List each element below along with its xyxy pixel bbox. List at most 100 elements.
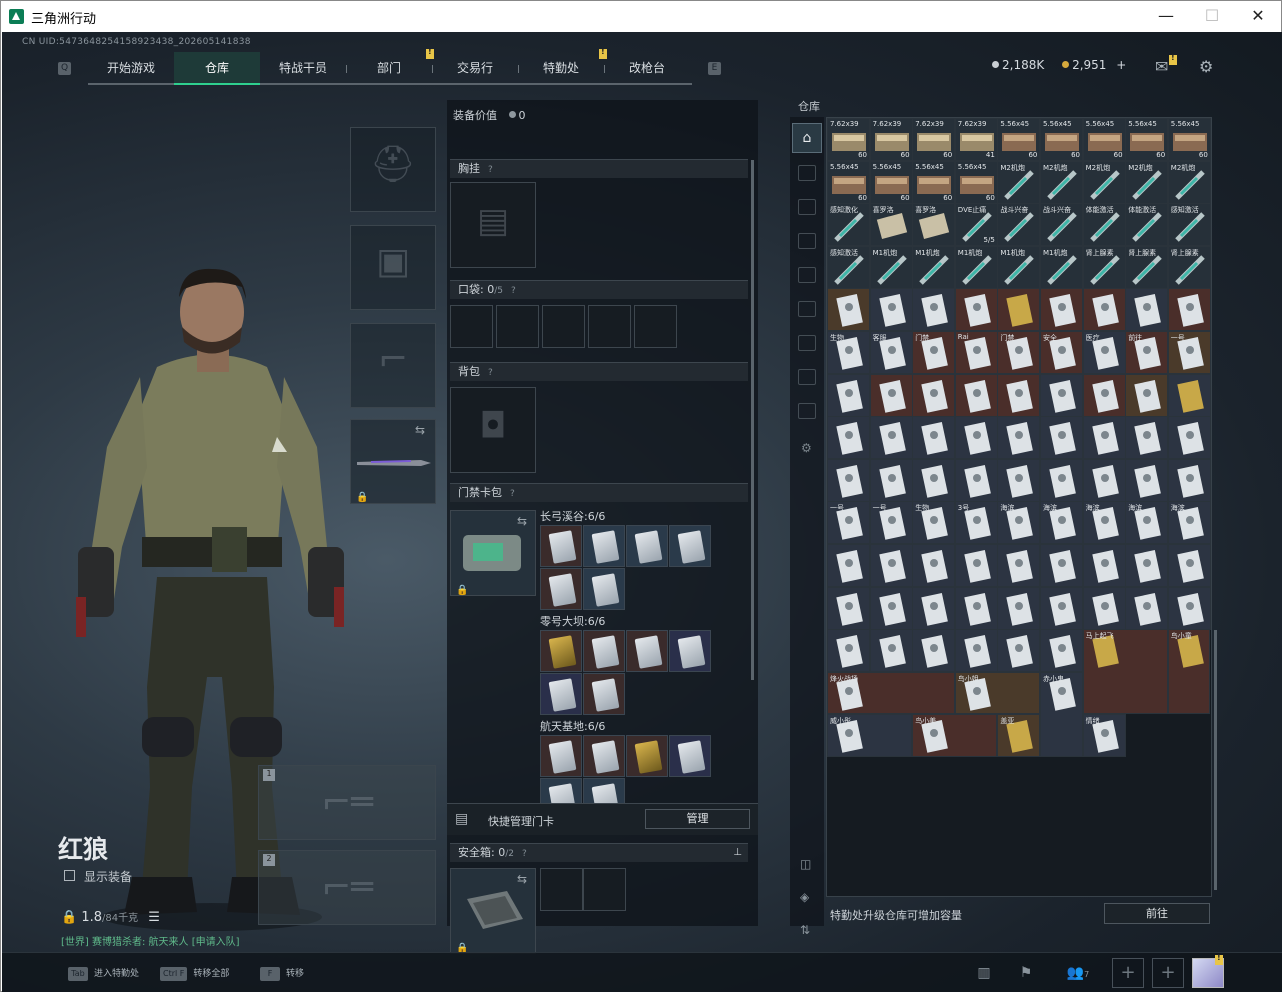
close-button[interactable]: ✕	[1235, 1, 1281, 32]
stash-item[interactable]: 客服	[869, 331, 913, 374]
tab-special-ops[interactable]: 特勤处	[518, 52, 604, 85]
stash-settings-gear-icon[interactable]: ⚙	[801, 441, 812, 455]
stash-item[interactable]: 7.62x39 60	[827, 118, 870, 161]
stash-item[interactable]: 体能激活	[1082, 203, 1126, 247]
stash-item[interactable]: M2机炮	[997, 160, 1041, 204]
stash-item[interactable]: 门禁	[912, 331, 956, 374]
stash-filter-icon[interactable]	[798, 403, 816, 419]
stash-item[interactable]: 海滨	[1167, 501, 1211, 545]
stash-item[interactable]	[912, 458, 956, 502]
stash-item[interactable]: 5.56x45 60	[1040, 118, 1083, 161]
show-equipment-checkbox[interactable]	[64, 870, 75, 881]
stash-item[interactable]	[954, 586, 998, 630]
stash-item[interactable]: 盖亚	[997, 714, 1041, 758]
stash-item[interactable]	[997, 586, 1041, 630]
stash-item[interactable]	[954, 544, 998, 587]
chest-rig-slot[interactable]: ▤	[450, 182, 536, 268]
secondary-weapon-slot[interactable]: 2 ⌐═	[258, 850, 436, 925]
stash-item[interactable]: M1机炮	[869, 245, 913, 289]
stash-item[interactable]: 鸟小美	[912, 714, 998, 757]
stash-item[interactable]	[1040, 416, 1083, 460]
settings-gear-icon[interactable]: ⚙	[1199, 57, 1213, 76]
backpack-slot[interactable]: ◘	[450, 387, 536, 473]
stash-item[interactable]: 医疗	[1082, 331, 1126, 374]
stash-item[interactable]: 海滨	[1082, 501, 1126, 545]
stash-item[interactable]	[1040, 629, 1083, 673]
stash-item[interactable]: 前往	[1125, 331, 1169, 374]
stash-item[interactable]	[997, 629, 1041, 673]
stash-item[interactable]: 海滨	[997, 501, 1041, 545]
keycard-item[interactable]	[540, 568, 582, 610]
loadout-scrollbar[interactable]	[751, 160, 754, 680]
hint-transfer-all[interactable]: Ctrl F 转移全部	[160, 966, 229, 981]
stash-item[interactable]	[1125, 458, 1169, 502]
keycard-item[interactable]	[626, 630, 668, 672]
stash-item[interactable]: 5.56x45 60	[869, 160, 913, 204]
stash-item[interactable]: 马上起飞	[1082, 629, 1168, 715]
keycard-item[interactable]	[540, 673, 582, 715]
safebox-slot[interactable]: ⇆ 🔒	[450, 868, 536, 954]
melee-slot[interactable]: ⇆ 🔒	[350, 419, 436, 504]
stash-item[interactable]	[869, 288, 913, 332]
maximize-button[interactable]: ☐	[1189, 1, 1235, 32]
stash-item[interactable]	[1167, 373, 1211, 417]
stash-item[interactable]	[1125, 373, 1169, 417]
keycard-item[interactable]	[540, 525, 582, 567]
helmet-slot[interactable]: ⛑	[350, 127, 436, 212]
stash-item[interactable]	[869, 544, 913, 587]
stash-item[interactable]: 3号	[954, 501, 998, 545]
stash-item[interactable]: 7.62x39 41	[954, 118, 998, 161]
stash-item[interactable]: DVE止痛 5/5	[954, 203, 998, 247]
squad-icon[interactable]: 👥7	[1060, 962, 1096, 984]
stash-item[interactable]: 一号	[1167, 331, 1211, 374]
stash-item[interactable]: M1机炮	[954, 245, 998, 289]
keycard-item[interactable]	[669, 630, 711, 672]
safebox-cell[interactable]	[583, 868, 626, 911]
pocket-cell[interactable]	[542, 305, 585, 348]
stash-item[interactable]: 鸟小姐	[954, 671, 1040, 715]
primary-weapon-slot[interactable]: 1 ⌐═	[258, 765, 436, 840]
stash-item[interactable]: 感知激活	[1167, 203, 1211, 247]
keycard-item[interactable]	[626, 525, 668, 567]
stash-item[interactable]: 门禁	[997, 331, 1041, 374]
pocket-cell[interactable]	[634, 305, 677, 348]
stash-item[interactable]	[869, 629, 913, 673]
stash-item[interactable]: 7.62x39 60	[869, 118, 913, 161]
stash-filter-icon[interactable]	[798, 233, 816, 249]
keycard-item[interactable]	[626, 735, 668, 777]
tab-department[interactable]: 部门	[346, 52, 432, 85]
stash-item[interactable]: 一号	[827, 501, 870, 545]
stash-item[interactable]: M1机炮	[912, 245, 956, 289]
stash-item[interactable]	[1167, 458, 1211, 502]
stash-item[interactable]: 生物	[827, 331, 870, 374]
stash-item[interactable]: 5.56x45 60	[1125, 118, 1169, 161]
stash-item[interactable]: 烽火战场	[827, 671, 955, 715]
stash-item[interactable]	[1082, 586, 1126, 630]
stash-item[interactable]	[827, 288, 870, 332]
nav-next-key-icon[interactable]: E	[708, 62, 721, 75]
stash-item[interactable]: 5.56x45 60	[912, 160, 956, 204]
mail-icon[interactable]: ✉	[1155, 57, 1168, 76]
manage-button[interactable]: 管理	[645, 809, 750, 829]
stash-item[interactable]	[1082, 373, 1126, 417]
keycard-item[interactable]	[669, 525, 711, 567]
stash-item[interactable]: 5.56x45 60	[1082, 118, 1126, 161]
stash-item[interactable]: M2机炮	[1082, 160, 1126, 204]
tab-trading[interactable]: 交易行	[432, 52, 518, 85]
stash-item[interactable]: M1机炮	[997, 245, 1041, 289]
keycard-case-slot[interactable]: ⇆ 🔒	[450, 510, 536, 596]
stash-all-tab-icon[interactable]: ⌂	[792, 123, 822, 153]
keycard-item[interactable]	[583, 568, 625, 610]
stash-item[interactable]	[1125, 544, 1169, 587]
goto-button[interactable]: 前往	[1104, 903, 1210, 924]
minimize-button[interactable]: —	[1143, 1, 1189, 32]
stash-item[interactable]	[912, 288, 956, 332]
safebox-cell[interactable]	[540, 868, 583, 911]
stash-item[interactable]	[954, 373, 998, 417]
stash-item[interactable]	[827, 458, 870, 502]
stash-item[interactable]: 5.56x45 60	[827, 160, 870, 204]
keycard-item[interactable]	[583, 630, 625, 672]
stash-item[interactable]	[1040, 288, 1083, 332]
stash-sort-icon[interactable]: ◫	[800, 857, 811, 871]
stash-item[interactable]: 5.56x45 60	[1167, 118, 1211, 161]
